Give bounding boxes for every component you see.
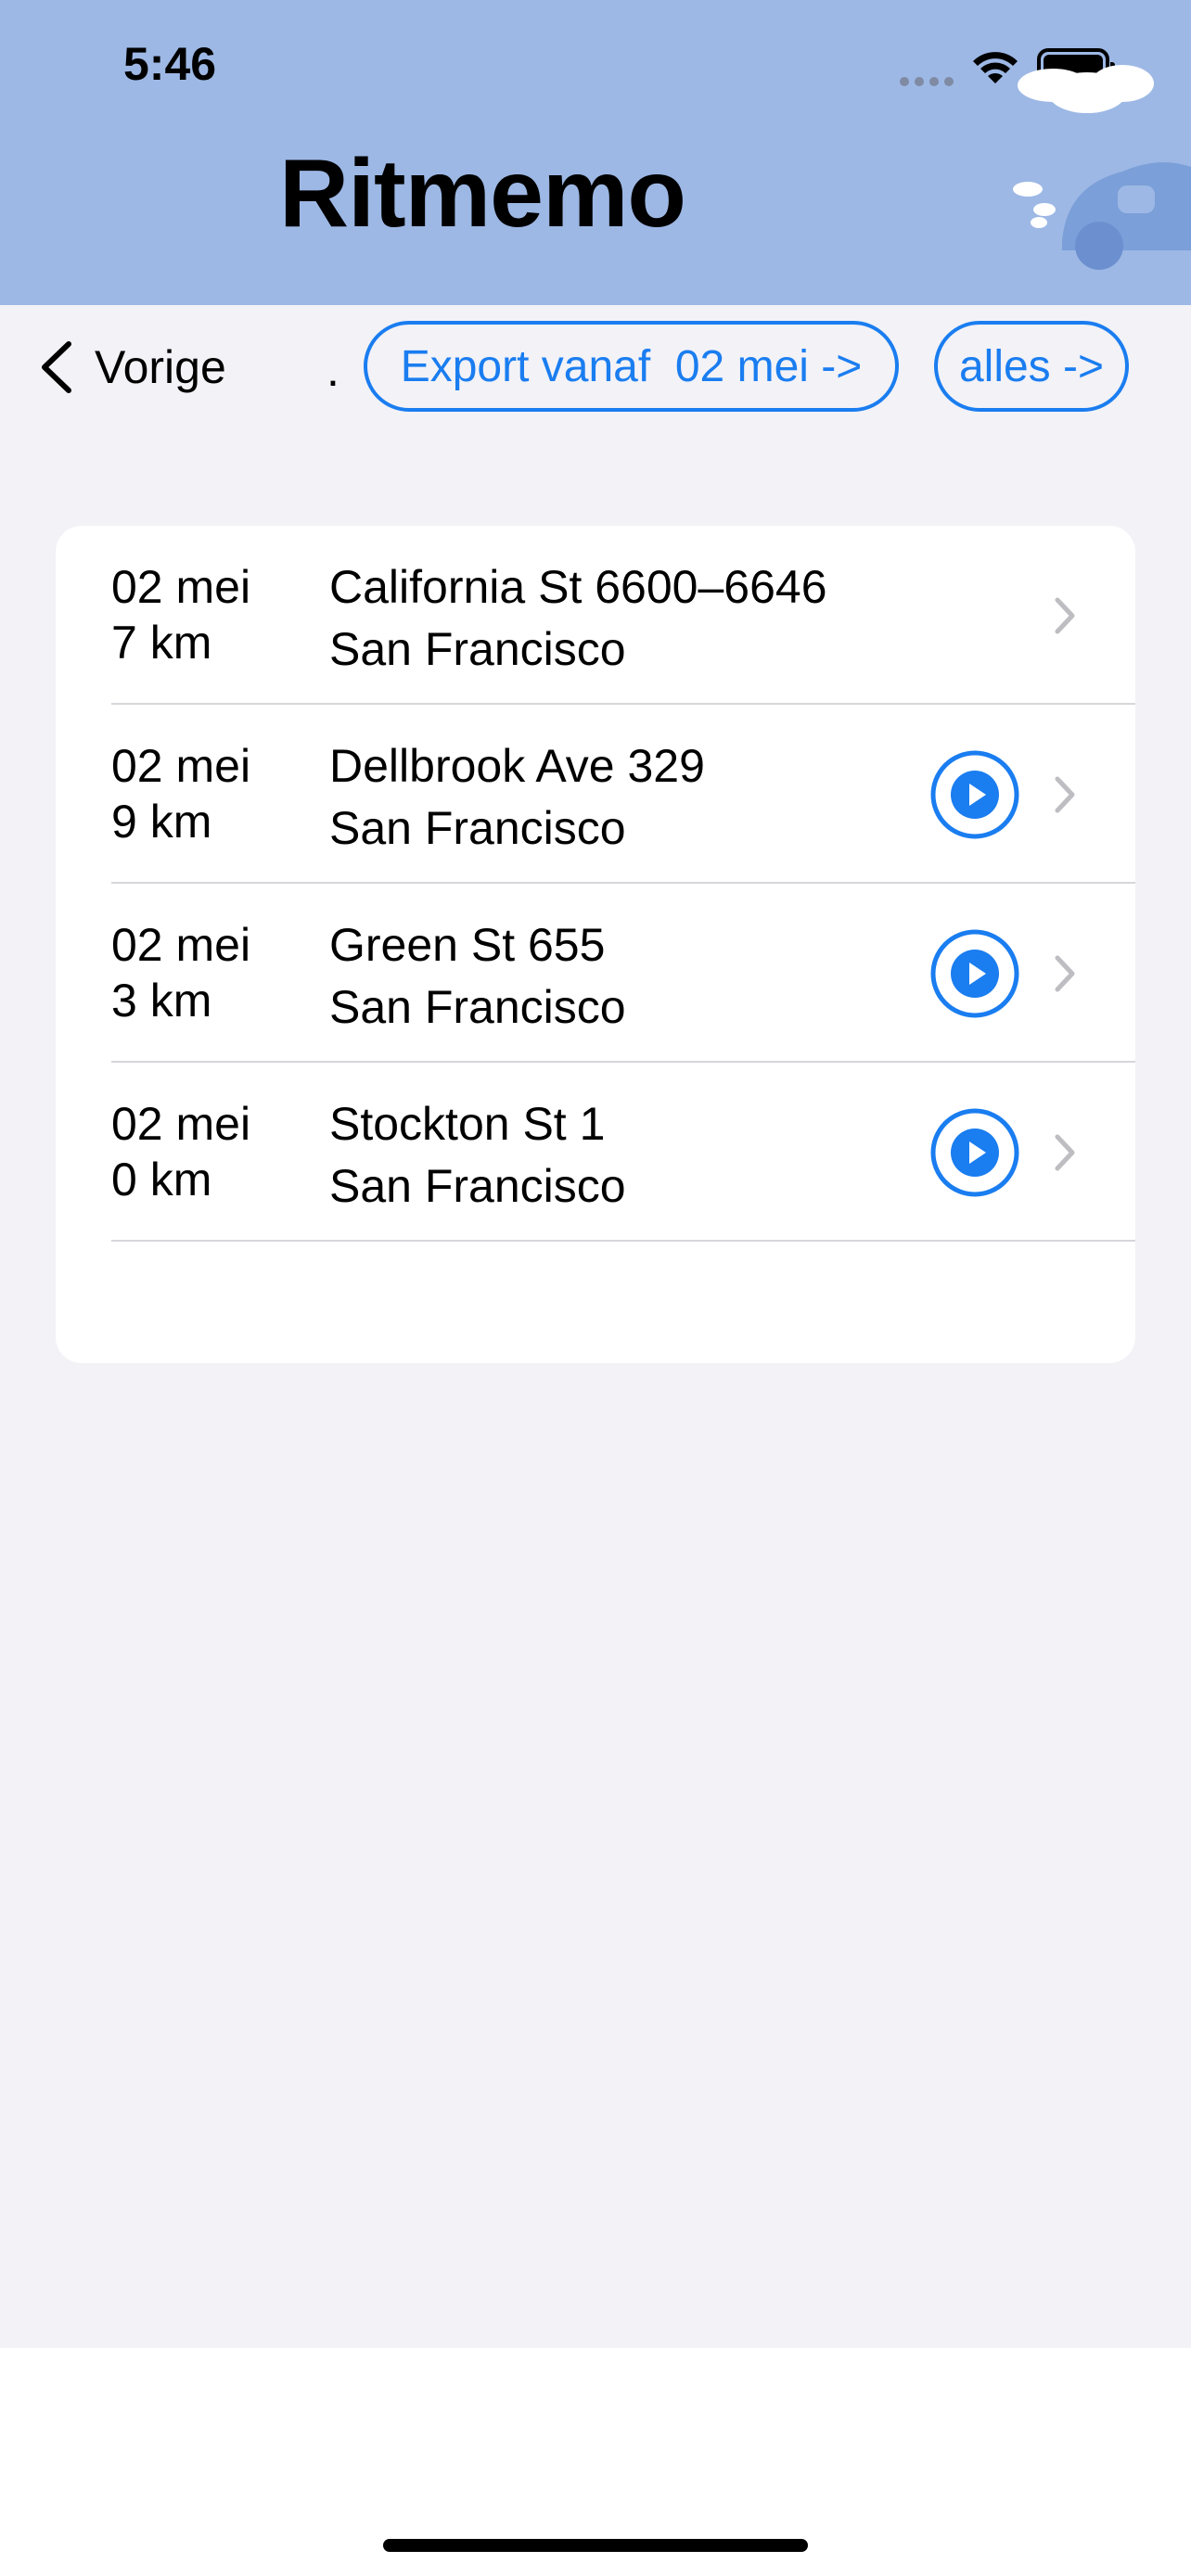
trip-date: 02 mei: [111, 740, 251, 792]
chevron-right-icon: [1055, 1134, 1075, 1171]
trip-city: San Francisco: [329, 802, 626, 854]
home-indicator[interactable]: [383, 2539, 808, 2552]
play-icon[interactable]: [929, 928, 1020, 1019]
trip-city: San Francisco: [329, 623, 626, 675]
play-icon[interactable]: [929, 1107, 1020, 1198]
trip-street: California St 6600–6646: [329, 561, 827, 613]
play-icon[interactable]: [929, 749, 1020, 840]
trip-distance: 3 km: [111, 975, 212, 1027]
trip-row[interactable]: 02 mei 0 km Stockton St 1 San Francisco: [56, 1063, 1135, 1242]
page-title: Ritmemo: [279, 140, 686, 248]
trip-date: 02 mei: [111, 561, 251, 613]
trip-row[interactable]: 02 mei 9 km Dellbrook Ave 329 San Franci…: [56, 705, 1135, 884]
back-button[interactable]: Vorige: [33, 338, 226, 396]
trip-list: 02 mei 7 km California St 6600–6646 San …: [56, 526, 1135, 1363]
car-cloud-logo-icon: [1013, 65, 1191, 270]
chevron-right-icon: [1055, 776, 1075, 813]
export-from-date-button[interactable]: Export vanaf 02 mei ->: [364, 321, 899, 412]
separator-dot: .: [327, 344, 339, 396]
trip-city: San Francisco: [329, 981, 626, 1033]
trip-row[interactable]: 02 mei 7 km California St 6600–6646 San …: [56, 526, 1135, 705]
header: 5:46 Ritmemo: [0, 0, 1191, 305]
cellular-signal-icon: [900, 74, 959, 91]
trip-date: 02 mei: [111, 919, 251, 971]
trip-distance: 0 km: [111, 1154, 212, 1205]
trip-street: Stockton St 1: [329, 1098, 606, 1150]
trip-city: San Francisco: [329, 1160, 626, 1212]
back-label: Vorige: [95, 341, 226, 393]
status-time: 5:46: [123, 38, 217, 90]
export-all-button[interactable]: alles ->: [934, 321, 1129, 412]
trip-date: 02 mei: [111, 1098, 251, 1150]
trip-distance: 7 km: [111, 617, 212, 669]
trip-street: Green St 655: [329, 919, 606, 971]
chevron-left-icon: [42, 341, 71, 393]
chevron-right-icon: [1055, 597, 1075, 634]
trip-street: Dellbrook Ave 329: [329, 740, 705, 792]
trip-distance: 9 km: [111, 796, 212, 848]
chevron-right-icon: [1055, 955, 1075, 992]
trip-row[interactable]: 02 mei 3 km Green St 655 San Francisco: [56, 884, 1135, 1063]
